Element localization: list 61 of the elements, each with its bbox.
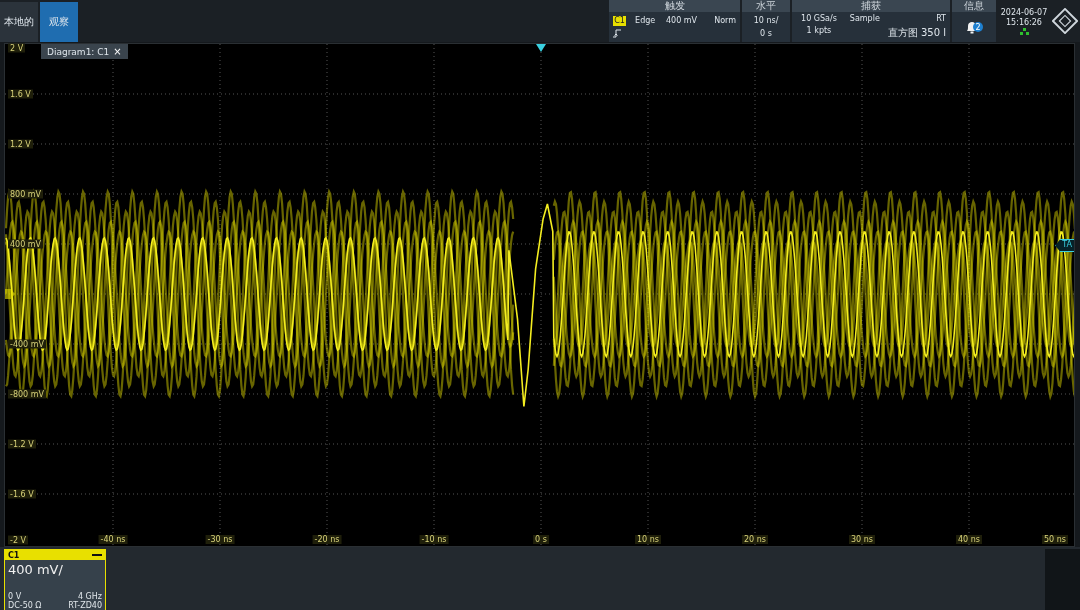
y-axis-label: 400 mV [8, 239, 44, 249]
realtime-label: RT [935, 14, 946, 24]
y-axis-label: -1.6 V [8, 489, 36, 499]
mode-tab[interactable]: 观察 [40, 2, 78, 42]
vertical-scale: 400 mV/ [7, 561, 64, 577]
network-icon [1019, 27, 1029, 35]
y-axis-label: -400 mV [8, 339, 46, 349]
x-axis-label: -40 ns [98, 535, 128, 544]
time-text: 15:16:26 [1006, 17, 1042, 27]
info-panel[interactable]: 信息 2 [952, 0, 996, 42]
date-text: 2024-06-07 [1000, 7, 1048, 17]
time-scale: 10 ns/ [752, 16, 780, 25]
panel-title: 触发 [609, 0, 740, 12]
trigger-panel[interactable]: 触发 C1 Edge 400 mV Norm [609, 0, 740, 42]
channel-card[interactable]: C1 400 mV/ 0 V 4 GHz DC-50 Ω RT-ZD40 [4, 549, 106, 610]
x-axis-label: 20 ns [742, 535, 768, 544]
source-badge: C1 [613, 15, 626, 26]
y-axis-label: 1.2 V [8, 139, 33, 149]
x-axis-label: -20 ns [312, 535, 342, 544]
minimize-icon[interactable] [92, 553, 102, 557]
panel-title: 信息 [952, 0, 996, 12]
logo-icon [1052, 8, 1078, 34]
y-axis-label: -800 mV [8, 389, 46, 399]
histogram-count: 直方图 350 l [887, 25, 946, 40]
y-axis-label: 800 mV [8, 189, 44, 199]
diagram-title: Diagram1: C1 [47, 46, 110, 57]
x-axis-label: 10 ns [635, 535, 661, 544]
horizontal-panel[interactable]: 水平 10 ns/ 0 s [742, 0, 790, 42]
trigger-position-icon [536, 44, 546, 52]
trigger-mode: Norm [713, 15, 736, 26]
time-position: 0 s [759, 29, 773, 38]
mode-tab[interactable]: 本地的 [0, 2, 38, 42]
trigger-level: 400 mV [664, 15, 699, 26]
record-length: 1 kpts [805, 25, 833, 37]
channel-name: C1 [8, 550, 20, 560]
x-axis-label: -10 ns [419, 535, 449, 544]
panel-title: 捕获 [792, 0, 950, 12]
y-axis-label: -2 V [8, 535, 28, 545]
bandwidth-value: 4 GHz [77, 592, 102, 601]
x-axis-label: -30 ns [205, 535, 235, 544]
sample-rate: 10 GSa/s [800, 14, 838, 24]
trigger-type: Edge [634, 15, 657, 26]
notification-count: 2 [975, 22, 981, 32]
acquisition-mode: Sample [848, 14, 881, 24]
x-axis-label: 50 ns [1042, 535, 1068, 544]
y-axis-label: 2 V [8, 43, 26, 53]
diagram-tab[interactable]: Diagram1: C1 × [41, 44, 128, 59]
offset-value: 0 V [8, 592, 22, 601]
acquisition-panel[interactable]: 捕获 10 GSa/s Sample RT 1 kpts 直方图 350 l [792, 0, 950, 42]
trigger-time-marker: TA [1055, 239, 1074, 252]
y-axis-label: 1.6 V [8, 89, 33, 99]
ground-marker-icon [5, 289, 15, 299]
close-button[interactable]: × [113, 46, 122, 57]
x-axis-label: 0 s [533, 535, 549, 544]
x-axis-label: 30 ns [849, 535, 875, 544]
coupling-value: DC-50 Ω [8, 601, 42, 610]
rising-edge-icon [613, 29, 621, 39]
panel-title: 水平 [742, 0, 790, 12]
probe-name: RT-ZD40 [68, 601, 102, 610]
x-axis-label: 40 ns [956, 535, 982, 544]
y-axis-label: -1.2 V [8, 439, 36, 449]
